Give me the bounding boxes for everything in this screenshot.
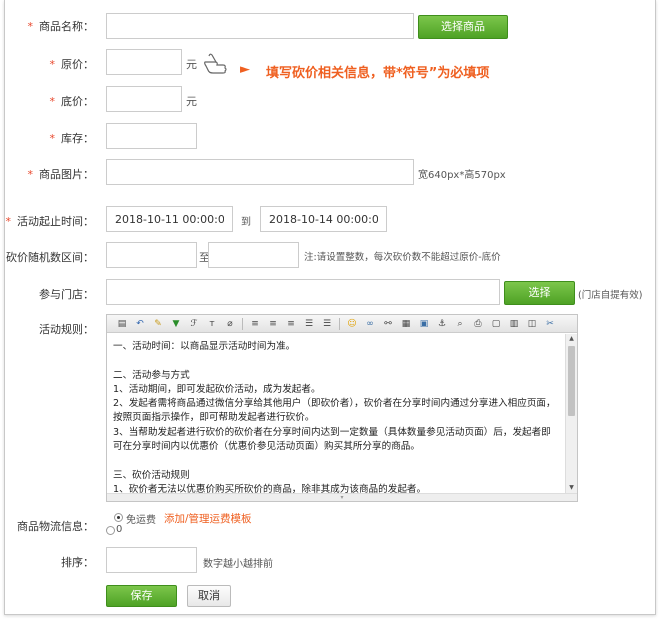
stock-input[interactable] <box>106 123 197 149</box>
free-shipping-radio[interactable] <box>114 513 123 522</box>
scroll-up-icon[interactable]: ▲ <box>566 334 577 344</box>
hint-arrow-icon: ► <box>240 62 250 77</box>
form-panel <box>4 0 656 615</box>
sort-input[interactable] <box>106 547 197 573</box>
eraser-icon[interactable]: ⌀ <box>221 316 239 332</box>
link-icon[interactable]: ∞ <box>361 316 379 332</box>
resize-handle[interactable]: ▾ <box>107 493 577 501</box>
rules-editor[interactable]: ▤ ↶ ✎ ▼ ℱ ᴛ ⌀ ≡ ≡ ≡ ☰ ☰ ☺ ∞ ⚯ ▦ ▣ ⚓ ⌕ ⎙ … <box>106 314 578 502</box>
product-image-label: * 商品图片： <box>27 168 95 181</box>
rules-line: 三、砍价活动规则 <box>113 469 190 481</box>
rules-line: 一、活动时间：以商品显示活动时间为准。 <box>113 341 296 352</box>
source-icon[interactable]: ▤ <box>113 316 131 332</box>
editor-toolbar: ▤ ↶ ✎ ▼ ℱ ᴛ ⌀ ≡ ≡ ≡ ☰ ☰ ☺ ∞ ⚯ ▦ ▣ ⚓ ⌕ ⎙ … <box>107 315 577 333</box>
align-right-icon[interactable]: ≡ <box>282 316 300 332</box>
start-time-input[interactable] <box>106 206 233 232</box>
original-price-input[interactable] <box>106 49 182 75</box>
manage-shipping-link[interactable]: 添加/管理运费模板 <box>164 511 252 526</box>
random-min-input[interactable] <box>106 242 197 268</box>
required-hint-text: 填写砍价相关信息，带*符号”为必填项 <box>266 66 490 81</box>
floor-price-input[interactable] <box>106 86 182 112</box>
store-label: 参与门店： <box>39 288 94 301</box>
unlink-icon[interactable]: ⚯ <box>379 316 397 332</box>
brush-icon[interactable]: ✎ <box>149 316 167 332</box>
free-shipping-label: 免运费 <box>126 515 156 526</box>
original-price-unit: 元 <box>186 58 197 71</box>
font-color-icon[interactable]: ▼ <box>167 316 185 332</box>
font-family-icon[interactable]: ℱ <box>185 316 203 332</box>
align-left-icon[interactable]: ≡ <box>246 316 264 332</box>
floor-price-label: * 底价： <box>49 95 95 108</box>
random-range-label: 砍价随机数区间： <box>6 251 94 264</box>
print-icon[interactable]: ⎙ <box>469 316 487 332</box>
align-center-icon[interactable]: ≡ <box>264 316 282 332</box>
sort-label: 排序： <box>61 556 94 569</box>
cut-icon[interactable]: ✂ <box>541 316 559 332</box>
logistics-label: 商品物流信息： <box>17 520 94 533</box>
unordered-list-icon[interactable]: ☰ <box>318 316 336 332</box>
video-icon[interactable]: ▥ <box>505 316 523 332</box>
store-input[interactable] <box>106 279 500 305</box>
activity-time-label: * 活动起止时间： <box>5 215 95 228</box>
product-name-label: * 商品名称： <box>27 20 95 33</box>
end-time-input[interactable] <box>260 206 387 232</box>
search-icon[interactable]: ⌕ <box>451 316 469 332</box>
shipping-template-radio[interactable] <box>106 526 115 535</box>
pointing-hand-icon <box>203 52 231 76</box>
toolbar-divider <box>242 317 243 330</box>
image-size-hint: 宽640px*高570px <box>418 170 506 181</box>
scrollbar-thumb[interactable] <box>568 346 575 416</box>
product-image-input[interactable] <box>106 159 414 185</box>
scroll-down-icon[interactable]: ▼ <box>566 483 577 493</box>
rules-line: 2、发起者需将商品通过微信分享给其他用户（即砍价者），砍价者在分享时间内通过分享… <box>113 398 556 424</box>
cancel-button[interactable]: 取消 <box>187 585 231 607</box>
stock-label: * 库存： <box>49 132 95 145</box>
shipping-template-label: 0 <box>116 524 123 535</box>
product-name-input[interactable] <box>106 13 414 39</box>
toolbar-divider <box>339 317 340 330</box>
undo-icon[interactable]: ↶ <box>131 316 149 332</box>
ordered-list-icon[interactable]: ☰ <box>300 316 318 332</box>
rules-line: 3、当帮助发起者进行砍价的砍价者在分享时间内达到一定数量（具体数量参见活动页面）… <box>113 426 551 453</box>
flash-icon[interactable]: ◫ <box>523 316 541 332</box>
rules-line: 二、活动参与方式 <box>113 369 190 381</box>
preview-icon[interactable]: ▢ <box>487 316 505 332</box>
range-note: 注:请设置整数，每次砍价数不能超过原价-底价 <box>304 252 501 263</box>
random-max-input[interactable] <box>208 242 299 268</box>
rules-line <box>113 454 559 468</box>
rules-line: 1、砍价者无法以优惠价购买所砍价的商品，除非其成为该商品的发起者。 <box>113 483 427 493</box>
select-product-button[interactable]: 选择商品 <box>418 15 508 39</box>
font-size-icon[interactable]: ᴛ <box>203 316 221 332</box>
select-store-button[interactable]: 选择 <box>504 281 575 305</box>
sort-note: 数字越小越排前 <box>203 559 273 570</box>
table-icon[interactable]: ▦ <box>397 316 415 332</box>
anchor-icon[interactable]: ⚓ <box>433 316 451 332</box>
time-separator: 到 <box>241 217 251 228</box>
rules-line: 1、活动期间，即可发起砍价活动，成为发起者。 <box>113 383 321 395</box>
rules-line <box>113 354 559 368</box>
emoticon-icon[interactable]: ☺ <box>343 316 361 332</box>
save-button[interactable]: 保存 <box>106 585 177 607</box>
rules-label: 活动规则： <box>39 323 94 336</box>
original-price-label: * 原价： <box>49 58 95 71</box>
store-note: (门店自提有效) <box>578 290 643 301</box>
editor-scrollbar[interactable]: ▲ ▼ <box>565 334 577 493</box>
rules-content[interactable]: 一、活动时间：以商品显示活动时间为准。 二、活动参与方式 1、活动期间，即可发起砍… <box>107 334 565 493</box>
floor-price-unit: 元 <box>186 95 197 108</box>
image-icon[interactable]: ▣ <box>415 316 433 332</box>
